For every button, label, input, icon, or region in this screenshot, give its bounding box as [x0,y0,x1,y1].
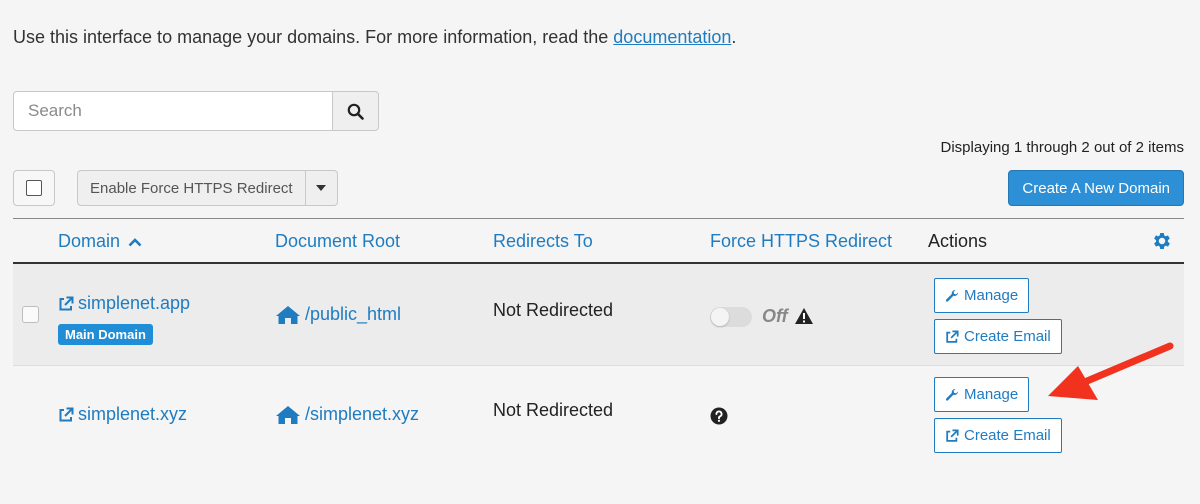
domain-link[interactable]: simplenet.xyz [58,404,187,425]
domain-link[interactable]: simplenet.app [58,293,190,314]
main-domain-badge: Main Domain [58,324,153,345]
external-link-icon [59,296,74,310]
create-email-label: Create Email [964,427,1051,444]
row-checkbox[interactable] [22,306,39,323]
search-button[interactable] [332,91,379,131]
docroot-link[interactable]: /public_html [275,304,401,325]
external-link-icon [946,329,959,343]
search-bar [13,91,379,131]
create-email-button[interactable]: Create Email [934,418,1062,453]
checkbox-square [26,180,42,196]
annotation-arrow-icon [1048,342,1174,400]
manage-button[interactable]: Manage [934,278,1030,313]
create-email-label: Create Email [964,328,1051,345]
header-redirects[interactable]: Redirects To [493,231,593,252]
toggle-state-label: Off [762,306,788,326]
select-all-checkbox[interactable] [13,170,55,206]
domain-name: simplenet.xyz [78,404,188,424]
documentation-link[interactable]: documentation [613,27,731,47]
table-header: Domain Document Root Redirects To Force … [13,218,1184,264]
table-row: simplenet.xyz /simplenet.xyz Not Redirec… [13,366,1184,466]
wrench-icon [945,289,958,302]
chevron-up-icon [128,238,142,247]
external-link-icon [946,428,959,442]
search-icon [347,103,364,120]
display-count: Displaying 1 through 2 out of 2 items [940,139,1184,156]
warning-icon[interactable] [794,307,814,325]
header-domain[interactable]: Domain [58,231,142,252]
manage-label: Manage [964,386,1019,403]
intro-sentence: Use this interface to manage your domain… [13,27,614,47]
external-link-icon [59,407,74,421]
manage-label: Manage [964,287,1019,304]
intro-suffix: . [731,27,737,47]
intro-text: Use this interface to manage your domain… [13,27,736,48]
header-actions: Actions [928,231,988,251]
domain-name: simplenet.app [78,293,191,313]
home-icon [276,305,300,324]
question-circle-icon[interactable] [710,407,728,425]
redirects-value: Not Redirected [493,300,614,320]
bulk-action-button[interactable]: Enable Force HTTPS Redirect [77,170,306,206]
bulk-action-group: Enable Force HTTPS Redirect [77,170,338,206]
table-row: simplenet.app Main Domain /public_html N… [13,264,1184,366]
docroot-link[interactable]: /simplenet.xyz [275,404,419,425]
docroot-path: /public_html [305,304,402,324]
caret-down-icon [316,185,327,191]
redirects-value: Not Redirected [493,400,614,420]
header-force-https[interactable]: Force HTTPS Redirect [710,231,892,252]
wrench-icon [945,388,958,401]
search-input[interactable] [13,91,332,131]
domains-table: Domain Document Root Redirects To Force … [13,218,1184,466]
header-docroot[interactable]: Document Root [275,231,400,252]
docroot-path: /simplenet.xyz [305,404,420,424]
toggle-knob [711,308,729,326]
force-https-toggle[interactable] [710,307,752,327]
header-domain-label: Domain [58,231,121,251]
manage-button[interactable]: Manage [934,377,1030,412]
home-icon [276,405,300,424]
bulk-action-dropdown[interactable] [305,170,338,206]
create-domain-button[interactable]: Create A New Domain [1008,170,1184,206]
gear-icon[interactable] [1151,230,1173,252]
